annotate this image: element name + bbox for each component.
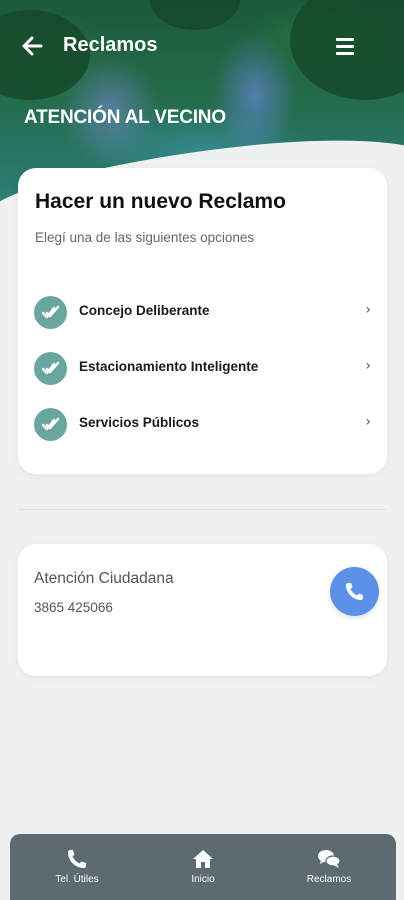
nav-label: Tel. Útiles	[55, 874, 99, 885]
contact-card: Atención Ciudadana 3865 425066	[18, 544, 387, 676]
double-check-icon	[34, 352, 67, 385]
top-app-bar: Reclamos	[0, 28, 404, 68]
phone-icon	[346, 583, 363, 600]
option-servicios-publicos[interactable]: Servicios Públicos ›	[18, 404, 387, 444]
nav-tel-utiles[interactable]: Tel. Útiles	[13, 834, 141, 900]
call-button[interactable]	[330, 567, 379, 616]
nav-label: Inicio	[191, 874, 215, 885]
menu-button[interactable]	[336, 38, 356, 56]
chevron-right-icon: ›	[365, 302, 371, 318]
double-check-icon	[34, 296, 67, 329]
nav-label: Reclamos	[306, 874, 352, 885]
chevron-right-icon: ›	[365, 358, 371, 374]
option-label: Servicios Públicos	[79, 415, 200, 430]
bottom-navigation: Tel. Útiles Inicio Reclamos	[10, 834, 396, 900]
card-title: Hacer un nuevo Reclamo	[35, 190, 286, 213]
chevron-right-icon: ›	[365, 414, 371, 430]
chat-bubbles-icon	[318, 850, 341, 868]
nav-inicio[interactable]: Inicio	[139, 834, 267, 900]
nav-reclamos[interactable]: Reclamos	[265, 834, 393, 900]
option-concejo-deliberante[interactable]: Concejo Deliberante ›	[18, 292, 387, 332]
contact-title: Atención Ciudadana	[34, 570, 174, 587]
option-estacionamiento-inteligente[interactable]: Estacionamiento Inteligente ›	[18, 348, 387, 388]
phone-icon	[68, 850, 86, 868]
section-title: ATENCIÓN AL VECINO	[24, 107, 226, 128]
double-check-icon	[34, 408, 67, 441]
page-title: Reclamos	[63, 34, 158, 56]
back-button[interactable]	[20, 34, 48, 62]
option-label: Estacionamiento Inteligente	[79, 359, 259, 374]
divider	[18, 509, 386, 510]
contact-phone-number: 3865 425066	[34, 600, 113, 615]
arrow-left-icon	[22, 36, 43, 56]
new-claim-card: Hacer un nuevo Reclamo Elegí una de las …	[18, 168, 387, 474]
option-label: Concejo Deliberante	[79, 303, 210, 318]
hamburger-menu-icon	[336, 38, 354, 41]
card-subtitle: Elegí una de las siguientes opciones	[35, 230, 255, 245]
home-icon	[193, 850, 213, 868]
